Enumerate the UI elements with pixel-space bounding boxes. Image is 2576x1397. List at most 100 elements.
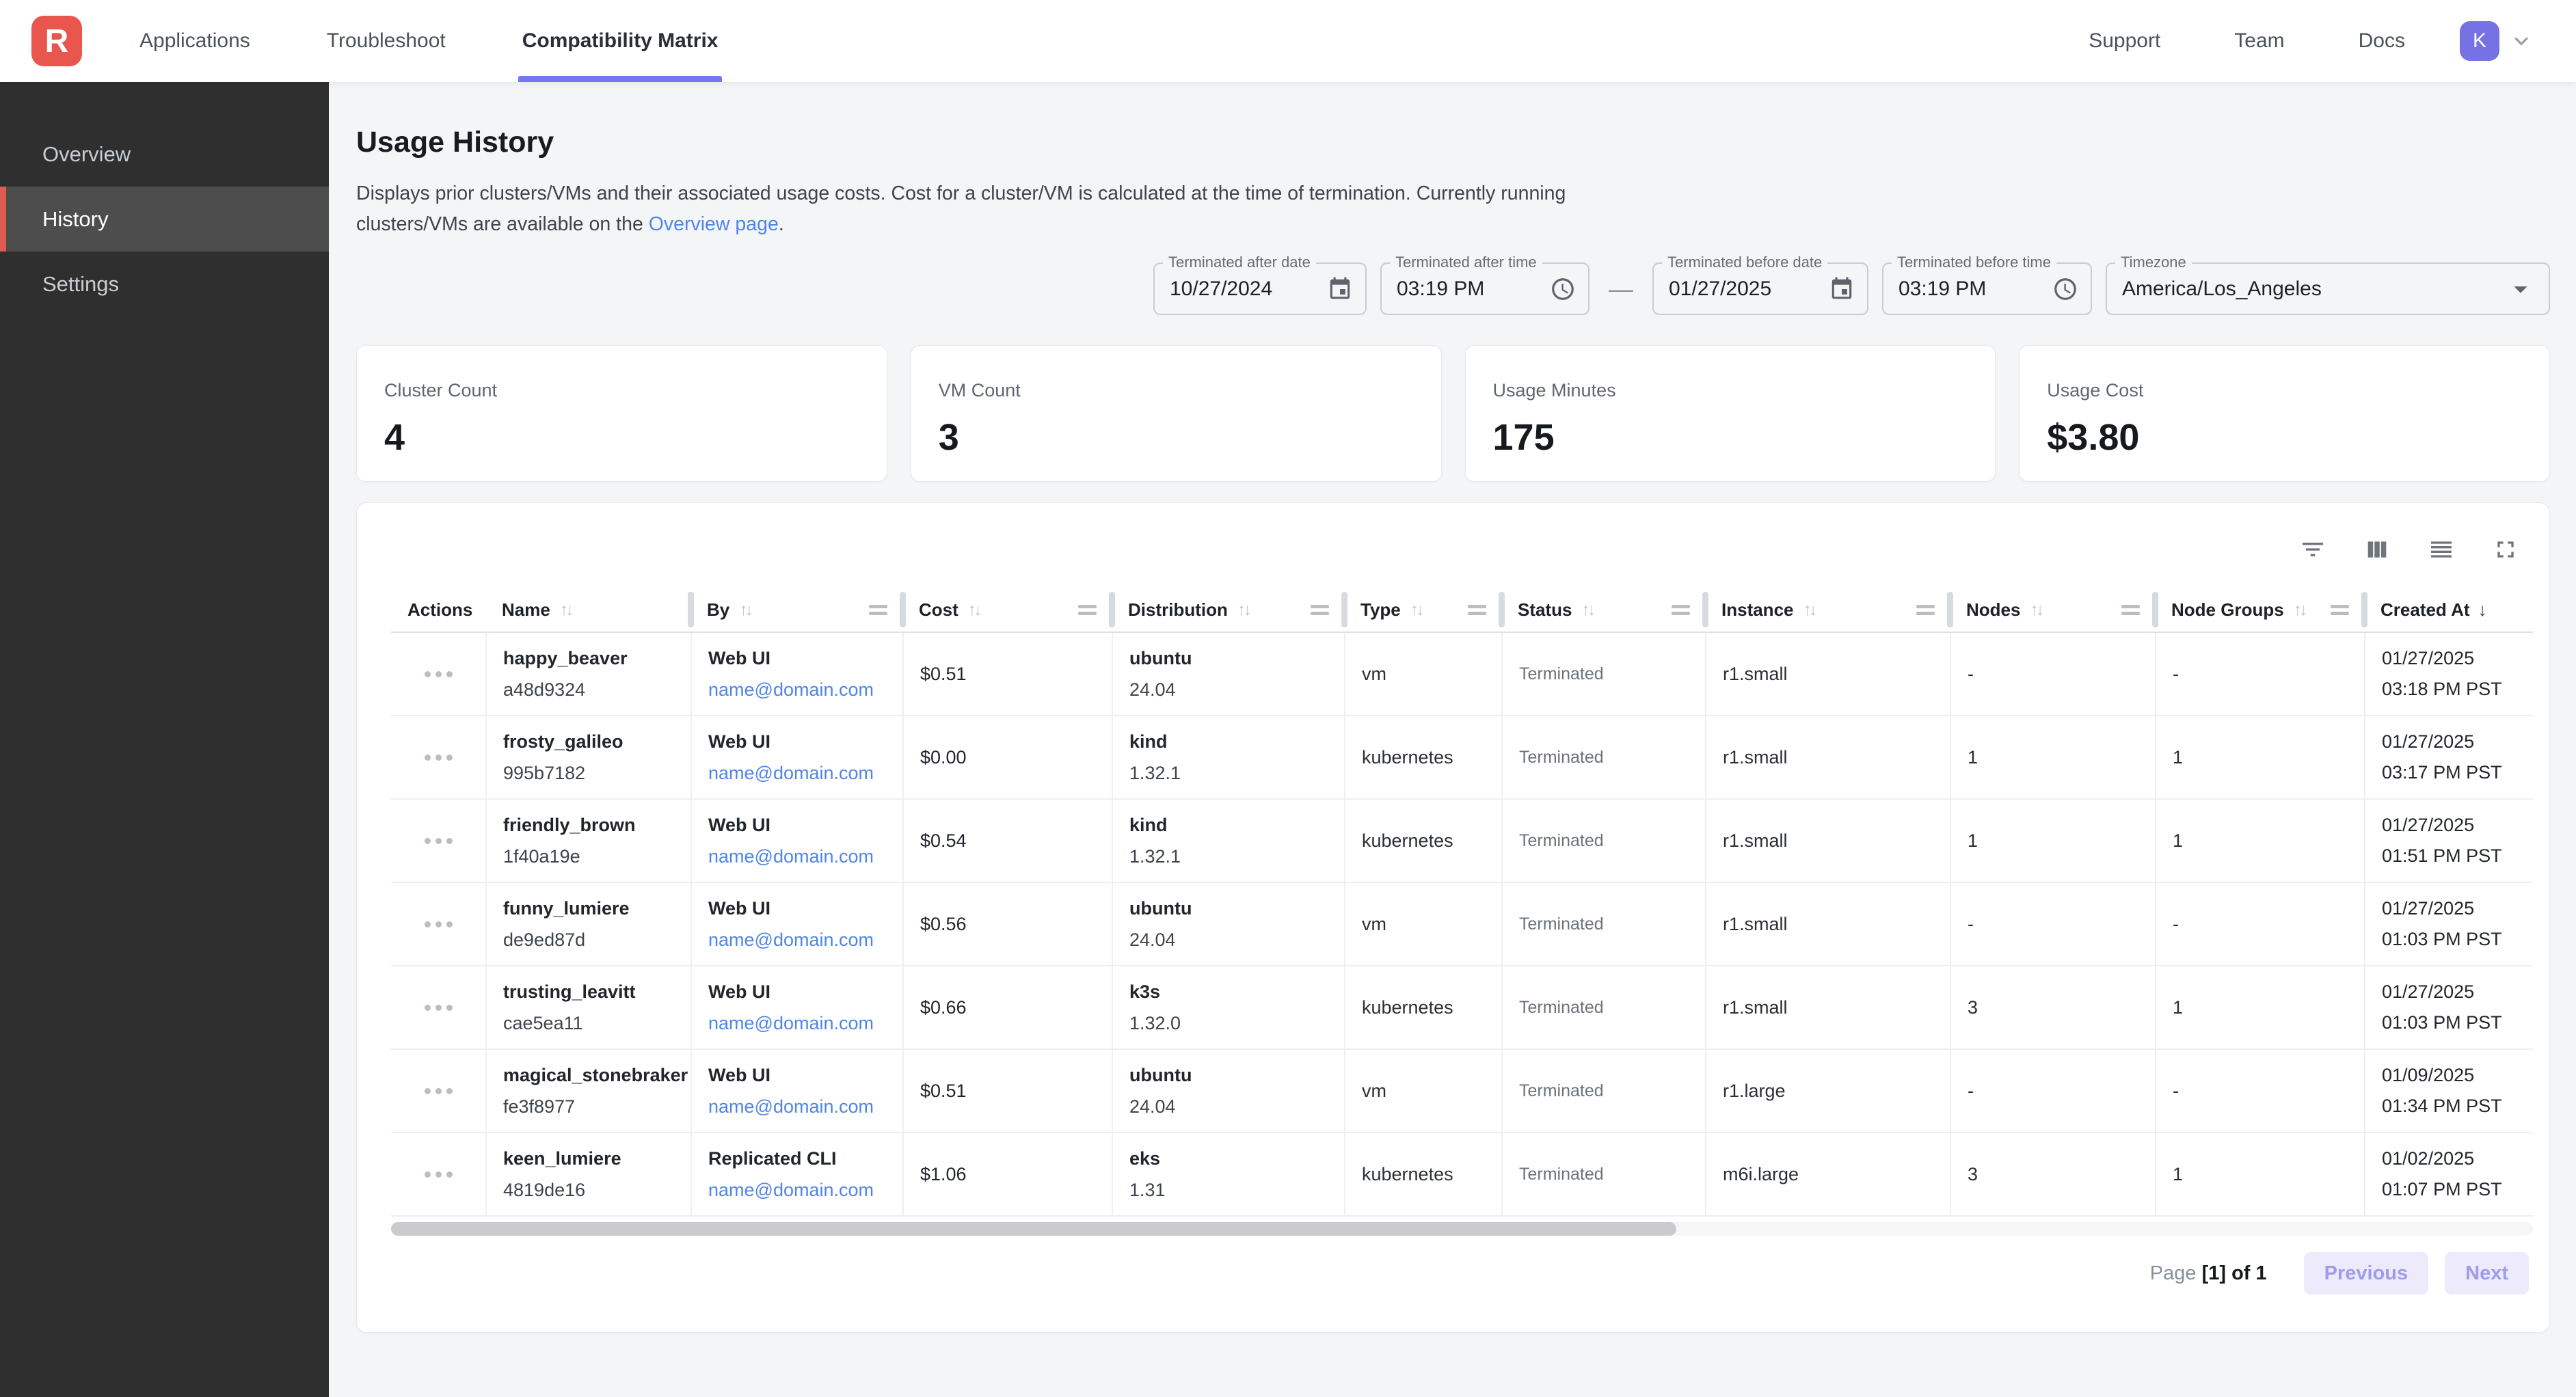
row-status: Terminated [1519,748,1705,768]
column-header-nodes[interactable]: Nodes↑↓ [1950,588,2155,632]
overview-page-link[interactable]: Overview page [649,213,779,235]
column-separator[interactable] [900,592,906,627]
active-tab-underline [518,76,723,82]
nav-tab-compatibility-matrix[interactable]: Compatibility Matrix [522,0,719,82]
caret-down-icon [2505,273,2536,305]
filter-field-terminated-before-date[interactable]: Terminated before date01/27/2025 [1652,262,1868,315]
avatar[interactable]: K [2460,21,2499,61]
column-separator[interactable] [1109,592,1115,627]
horizontal-scrollbar-thumb[interactable] [391,1222,1676,1236]
sort-icon[interactable]: ↑↓ [1803,600,1815,620]
column-menu-icon[interactable] [2121,605,2140,615]
column-menu-icon[interactable] [1916,605,1935,615]
row-actions-button[interactable] [418,914,459,934]
row-email-link[interactable]: name@domain.com [708,930,902,951]
column-header-node-groups[interactable]: Node Groups↑↓ [2155,588,2364,632]
sort-icon[interactable]: ↑↓ [560,600,572,620]
column-menu-icon[interactable] [869,605,887,615]
sidebar-item-label: Overview [42,142,131,167]
column-separator[interactable] [688,592,694,627]
row-actions-button[interactable] [418,664,459,684]
column-header-type[interactable]: Type↑↓ [1344,588,1501,632]
column-menu-icon[interactable] [2331,605,2349,615]
nav-link-team[interactable]: Team [2234,29,2284,53]
row-email-link[interactable]: name@domain.com [708,846,902,867]
column-header-name[interactable]: Name↑↓ [485,588,690,632]
column-header-created-at[interactable]: Created At↓ [2364,588,2533,632]
row-actions-button[interactable] [418,1081,459,1101]
row-created-time: 01:03 PM PST [2382,1012,2533,1033]
chevron-down-icon [2508,27,2535,55]
row-email-link[interactable]: name@domain.com [708,1180,902,1201]
column-separator[interactable] [1499,592,1505,627]
filter-field-timezone[interactable]: TimezoneAmerica/Los_Angeles [2106,262,2550,315]
filter-field-terminated-after-time[interactable]: Terminated after time03:19 PM [1380,262,1589,315]
column-menu-icon[interactable] [1672,605,1690,615]
column-header-actions[interactable]: Actions [391,588,485,632]
filter-field-terminated-before-time[interactable]: Terminated before time03:19 PM [1882,262,2092,315]
cell-actions [391,1133,485,1215]
row-actions-button[interactable] [418,998,459,1018]
column-menu-icon[interactable] [1078,605,1097,615]
row-actions-button[interactable] [418,748,459,768]
row-email-link[interactable]: name@domain.com [708,1096,902,1117]
row-email-link[interactable]: name@domain.com [708,679,902,701]
clock-icon [1550,276,1576,302]
row-name: keen_lumiere [503,1148,690,1169]
fullscreen-button[interactable] [2492,536,2519,563]
row-actions-button[interactable] [418,1165,459,1184]
nav-tab-applications[interactable]: Applications [139,0,250,82]
sort-icon[interactable]: ↑↓ [968,600,980,620]
page-title: Usage History [356,126,2550,159]
sort-desc-icon[interactable]: ↓ [2478,599,2488,621]
column-menu-icon[interactable] [1468,605,1486,615]
columns-button[interactable] [2363,536,2391,563]
sort-icon[interactable]: ↑↓ [1581,600,1593,620]
row-nodes: - [1968,914,2155,935]
sort-icon[interactable]: ↑↓ [2294,600,2305,620]
cell-status: Terminated [1501,966,1705,1048]
sidebar-item-history[interactable]: History [0,187,329,252]
sort-icon[interactable]: ↑↓ [2030,600,2041,620]
row-by: Replicated CLI [708,1148,902,1169]
sort-icon[interactable]: ↑↓ [1237,600,1249,620]
filter-button[interactable] [2299,536,2326,563]
column-separator[interactable] [1341,592,1347,627]
user-menu[interactable]: K [2460,21,2535,61]
column-header-distribution[interactable]: Distribution↑↓ [1112,588,1344,632]
sort-icon[interactable]: ↑↓ [1410,600,1422,620]
cell-nodes: 3 [1950,966,2155,1048]
row-actions-button[interactable] [418,831,459,851]
row-email-link[interactable]: name@domain.com [708,763,902,784]
nav-link-docs[interactable]: Docs [2359,29,2405,53]
column-separator[interactable] [2152,592,2158,627]
sidebar-item-overview[interactable]: Overview [0,122,329,187]
row-email-link[interactable]: name@domain.com [708,1013,902,1034]
nav-link-support[interactable]: Support [2089,29,2160,53]
density-button[interactable] [2428,536,2455,563]
column-menu-icon[interactable] [1311,605,1329,615]
brand-logo[interactable]: R [31,16,82,66]
stat-card-cluster-count: Cluster Count4 [356,345,887,482]
row-created-date: 01/27/2025 [2382,731,2533,752]
column-separator[interactable] [1702,592,1708,627]
next-button[interactable]: Next [2445,1252,2529,1294]
column-separator[interactable] [2361,592,2367,627]
cell-instance: r1.small [1705,800,1950,882]
column-header-status[interactable]: Status↑↓ [1501,588,1705,632]
cell-status: Terminated [1501,883,1705,965]
sort-icon[interactable]: ↑↓ [739,600,751,620]
column-header-by[interactable]: By ↑↓ [690,588,902,632]
nav-tab-troubleshoot[interactable]: Troubleshoot [327,0,446,82]
column-header-cost[interactable]: Cost↑↓ [902,588,1112,632]
column-header-instance[interactable]: Instance↑↓ [1705,588,1950,632]
column-separator[interactable] [1947,592,1953,627]
row-instance: r1.large [1723,1081,1950,1102]
cell-created-at: 01/27/202501:03 PM PST [2364,966,2533,1048]
previous-button[interactable]: Previous [2304,1252,2429,1294]
filter-field-terminated-after-date[interactable]: Terminated after date10/27/2024 [1153,262,1367,315]
sidebar-item-settings[interactable]: Settings [0,252,329,316]
cell-name: trusting_leavittcae5ea11 [485,966,690,1048]
cell-node-groups: - [2155,633,2364,715]
column-label: By [707,599,729,621]
